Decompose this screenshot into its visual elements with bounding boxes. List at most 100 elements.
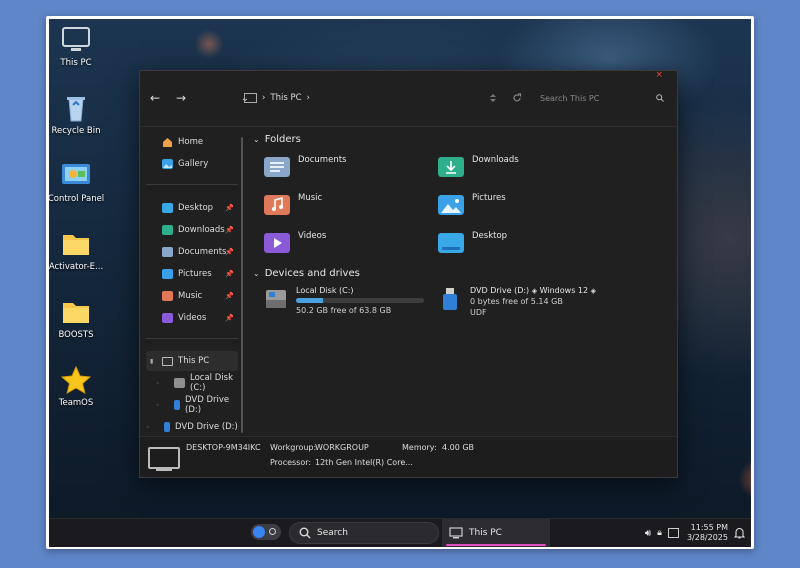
section-title: Folders (264, 134, 301, 145)
forward-button[interactable]: → (168, 91, 194, 105)
folder-videos[interactable]: Videos (264, 231, 326, 253)
folder-label: Desktop (472, 231, 508, 241)
taskbar: Search This PC 🔊︎ 🔒︎ 11:55 PM 3/28/2025 (49, 518, 751, 547)
recycle-bin-icon (67, 97, 85, 122)
monitor-icon (244, 93, 257, 103)
bell-icon[interactable] (734, 527, 745, 539)
usb-drive-icon (443, 288, 457, 310)
sidebar-item-gallery[interactable]: Gallery (146, 154, 238, 174)
documents-folder-icon (162, 247, 173, 257)
drive-usage-fill (296, 298, 323, 303)
pictures-folder-icon (438, 195, 464, 215)
search-box[interactable]: Search This PC (536, 88, 672, 108)
drives-section-header[interactable]: ⌄ Devices and drives (253, 268, 360, 279)
sort-arrows-icon[interactable] (490, 94, 496, 102)
sidebar-item-desktop[interactable]: Desktop 📌 (146, 198, 238, 218)
sidebar-divider (146, 338, 238, 339)
pin-icon[interactable]: 📌 (225, 248, 234, 256)
navigation-pane: Home Gallery Desktop 📌 Downloads 📌 Docum… (140, 129, 240, 437)
drive-local-disk[interactable]: Local Disk (C:) 50.2 GB free of 63.8 GB (264, 286, 424, 315)
documents-folder-icon (264, 157, 290, 177)
folder-label: Documents (298, 155, 347, 165)
display-icon[interactable] (667, 528, 679, 538)
clock[interactable]: 11:55 PM 3/28/2025 (687, 523, 728, 543)
sidebar-item-label: DVD Drive (D:) (185, 395, 230, 415)
sidebar-item-home[interactable]: Home (146, 132, 238, 152)
sidebar-item-label: Videos (178, 313, 207, 323)
sidebar-item-label: Home (178, 137, 204, 147)
memory-label: Memory: (402, 443, 437, 452)
close-icon[interactable]: × (655, 70, 663, 80)
title-bar: × (140, 70, 677, 81)
folder-documents[interactable]: Documents (264, 155, 346, 177)
address-location[interactable]: This PC (270, 93, 301, 103)
network-icon: ◈ (531, 287, 538, 295)
desktop-icon-boosts[interactable]: BOOSTS (49, 297, 107, 340)
widgets-toggle[interactable] (251, 524, 281, 540)
expand-toggle-icon[interactable]: ◦ (146, 424, 150, 431)
memory-value: 4.00 GB (442, 443, 475, 452)
search-icon (656, 94, 664, 102)
toggle-knob-icon (253, 526, 265, 538)
pin-icon[interactable]: 📌 (225, 226, 234, 234)
folders-section-header[interactable]: ⌄ Folders (253, 134, 301, 145)
desktop-icon-teamos[interactable]: TeamOS (49, 365, 107, 408)
sidebar-item-dvd-drive[interactable]: ◦ DVD Drive (D:) (146, 395, 238, 415)
folder-pictures[interactable]: Pictures (438, 193, 506, 215)
sidebar-item-label: Desktop (178, 203, 214, 213)
address-chevron: › (306, 93, 310, 103)
content-pane: ⌄ Folders Documents Downloads Music Pict… (248, 129, 677, 437)
desktop-icon-activator[interactable]: Activator-E... (49, 229, 107, 272)
folder-desktop[interactable]: Desktop (438, 231, 507, 253)
sidebar-item-label: Downloads (178, 225, 225, 235)
expand-toggle-icon[interactable]: ◦ (156, 402, 160, 409)
expand-toggle-icon[interactable]: ▮ (150, 358, 153, 365)
pin-icon[interactable]: 📌 (225, 270, 234, 278)
sidebar-item-label: Music (178, 291, 203, 301)
pin-icon[interactable]: 📌 (225, 292, 234, 300)
taskbar-search[interactable]: Search (289, 522, 439, 544)
taskbar-search-label: Search (317, 528, 348, 538)
back-button[interactable]: ← (142, 91, 168, 105)
expand-toggle-icon[interactable]: ◦ (156, 380, 160, 387)
drive-free-space: 50.2 GB free of 63.8 GB (296, 306, 392, 315)
folder-icon (63, 235, 89, 255)
drive-name: Local Disk (C:) (296, 286, 354, 295)
sidebar-item-pictures[interactable]: Pictures 📌 (146, 264, 238, 284)
sidebar-item-videos[interactable]: Videos 📌 (146, 308, 238, 328)
monitor-icon (148, 447, 180, 471)
sidebar-item-label: Local Disk (C:) (190, 373, 233, 393)
taskbar-app-this-pc[interactable]: This PC (442, 519, 550, 547)
folder-downloads[interactable]: Downloads (438, 155, 519, 177)
pin-icon[interactable]: 📌 (225, 314, 234, 322)
desktop-icon-this-pc[interactable]: This PC (49, 25, 107, 68)
usb-drive-icon (174, 400, 180, 410)
sidebar-item-dvd-drive-2[interactable]: ◦ DVD Drive (D:) (146, 417, 238, 437)
sidebar-item-this-pc[interactable]: ▮ This PC (146, 351, 238, 371)
drive-dvd[interactable]: DVD Drive (D:) ◈ Windows 12 ◈ 0 bytes fr… (438, 286, 596, 317)
chevron-down-icon: ⌄ (253, 269, 260, 278)
search-icon (299, 527, 311, 539)
desktop-icon-recycle-bin[interactable]: Recycle Bin (49, 93, 107, 136)
refresh-icon[interactable] (512, 93, 522, 103)
folder-music[interactable]: Music (264, 193, 322, 215)
speaker-icon[interactable]: 🔊︎ (645, 528, 651, 539)
sidebar-item-documents[interactable]: Documents 📌 (146, 242, 238, 262)
sidebar-item-label: DVD Drive (D:) (175, 422, 238, 432)
network-icon: ◈ (590, 287, 597, 295)
sidebar-scrollbar[interactable] (241, 137, 243, 433)
sidebar-item-music[interactable]: Music 📌 (146, 286, 238, 306)
pin-icon[interactable]: 📌 (225, 204, 234, 212)
address-bar[interactable]: › This PC › (244, 90, 534, 106)
lock-icon[interactable]: 🔒︎ (657, 528, 662, 538)
clock-time: 11:55 PM (690, 523, 728, 532)
toolbar-divider (140, 126, 677, 127)
active-app-indicator (446, 544, 546, 546)
sidebar-item-label: Pictures (178, 269, 212, 279)
sidebar-item-local-disk[interactable]: ◦ Local Disk (C:) (146, 373, 238, 393)
drive-file-system: UDF (470, 308, 487, 317)
sidebar-item-downloads[interactable]: Downloads 📌 (146, 220, 238, 240)
desktop-icon-control-panel[interactable]: Control Panel (49, 161, 107, 204)
taskbar-app-label: This PC (469, 528, 502, 538)
search-input[interactable]: Search This PC (540, 94, 599, 103)
